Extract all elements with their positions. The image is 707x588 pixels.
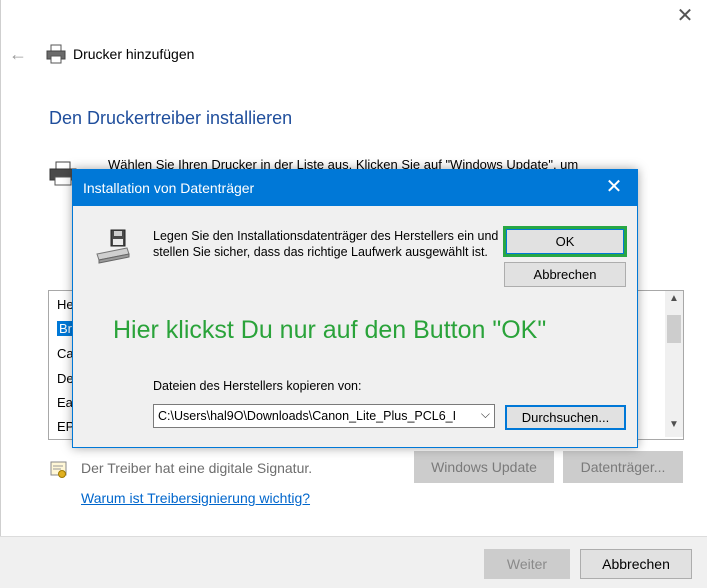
page-heading: Den Druckertreiber installieren — [49, 108, 293, 128]
dialog-message: Legen Sie den Installationsdatenträger d… — [153, 229, 499, 259]
dialog-close-icon[interactable]: ✕ — [603, 176, 625, 198]
printer-icon — [46, 44, 66, 64]
signature-icon — [50, 460, 68, 480]
back-arrow-icon[interactable]: ← — [9, 44, 29, 64]
source-path-combobox[interactable]: C:\Users\hal9O\Downloads\Canon_Lite_Plus… — [153, 404, 495, 428]
close-icon[interactable]: ✕ — [674, 6, 696, 28]
scroll-down-icon[interactable]: ▼ — [665, 419, 683, 435]
window-left-border — [0, 0, 1, 587]
dialog-title: Installation von Datenträger — [83, 180, 255, 196]
chevron-down-icon[interactable]: ⌵ — [481, 407, 490, 422]
cancel-button[interactable]: Abbrechen — [580, 549, 692, 579]
scrollbar-thumb[interactable] — [667, 315, 681, 343]
copy-from-label: Dateien des Herstellers kopieren von: — [153, 379, 362, 393]
datentraeger-button[interactable]: Datenträger... — [563, 451, 683, 483]
window-title: Drucker hinzufügen — [73, 46, 195, 62]
list-item[interactable]: Ea — [57, 395, 73, 410]
install-from-disk-dialog: Installation von Datenträger ✕ Legen Sie… — [72, 169, 638, 448]
dialog-titlebar: Installation von Datenträger ✕ — [73, 170, 637, 206]
signing-info-link[interactable]: Warum ist Treibersignierung wichtig? — [81, 490, 310, 506]
annotation-text: Hier klickst Du nur auf den Button "OK" — [113, 316, 547, 344]
disk-drive-icon — [91, 228, 133, 268]
scroll-up-icon[interactable]: ▲ — [665, 293, 683, 309]
list-scrollbar[interactable]: ▲ ▼ — [665, 291, 683, 437]
dialog-cancel-button[interactable]: Abbrechen — [504, 262, 626, 287]
source-path-value[interactable]: C:\Users\hal9O\Downloads\Canon_Lite_Plus… — [158, 409, 476, 423]
next-button[interactable]: Weiter — [484, 549, 570, 579]
windows-update-button[interactable]: Windows Update — [414, 451, 554, 483]
ok-button[interactable]: OK — [506, 229, 624, 254]
browse-button[interactable]: Durchsuchen... — [505, 405, 626, 430]
signature-status-text: Der Treiber hat eine digitale Signatur. — [81, 460, 313, 476]
